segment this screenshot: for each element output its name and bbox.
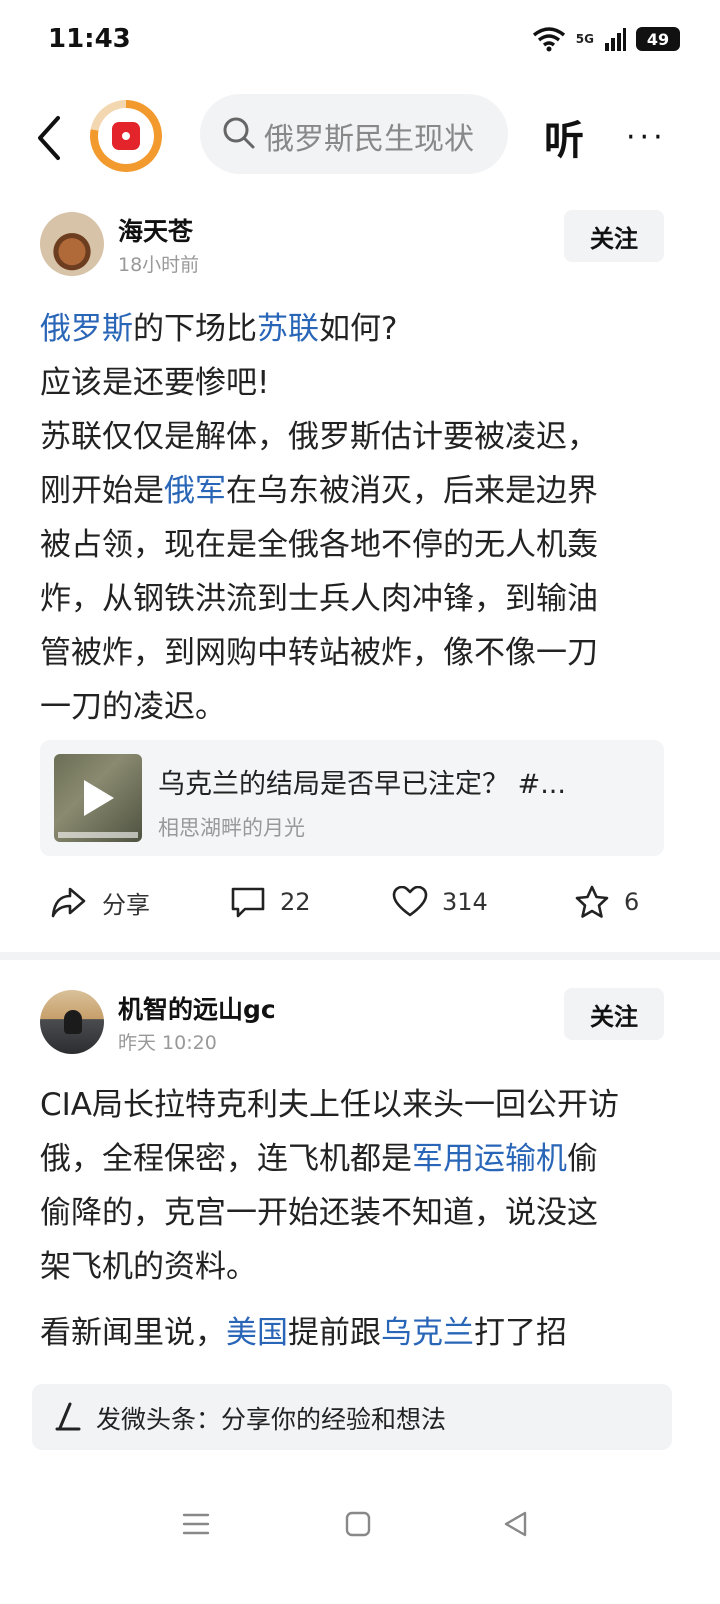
top-bar: 俄罗斯民生现状 听 ··· — [0, 90, 720, 186]
post-line: 看新闻里说，美国提前跟乌克兰打了招 — [40, 1306, 680, 1360]
post-line: 刚开始是俄军在乌东被消灭，后来是边界 — [40, 464, 680, 518]
share-icon — [51, 887, 86, 918]
like-count: 314 — [442, 888, 488, 916]
post-line: CIA局长拉特克利夫上任以来头一回公开访 — [40, 1078, 680, 1132]
post-line: 偷降的，克宫一开始还装不知道，说没这 — [40, 1186, 680, 1240]
topic-link[interactable]: 军用运输机 — [412, 1141, 567, 1177]
topic-link[interactable]: 俄军 — [164, 473, 226, 509]
search-bar[interactable]: 俄罗斯民生现状 — [200, 94, 508, 174]
compose-bar[interactable]: 发微头条：分享你的经验和想法 — [32, 1384, 672, 1450]
post-text: 炸，从钢铁洪流到士兵人肉冲锋，到输油 — [40, 581, 598, 617]
post-actions: 分享 22 314 6 — [0, 872, 720, 932]
post-line: 一刀的凌迟。 — [40, 680, 680, 734]
post-text: 架飞机的资料。 — [40, 1249, 257, 1285]
like-icon — [392, 886, 428, 917]
post-text: 看新闻里说， — [40, 1315, 226, 1351]
listen-button[interactable]: 听 — [544, 108, 584, 166]
post-text: 应该是还要惨吧! — [40, 365, 270, 401]
post-time: 昨天 10:20 — [118, 1032, 217, 1054]
post-line — [40, 1294, 680, 1306]
author-name[interactable]: 海天苍 — [118, 212, 193, 248]
author-name[interactable]: 机智的远山gc — [118, 990, 276, 1026]
topic-link[interactable]: 乌克兰 — [381, 1315, 474, 1351]
post-text: 偷 — [567, 1141, 598, 1177]
post-text: 一刀的凌迟。 — [40, 689, 226, 725]
follow-button[interactable]: 关注 — [564, 210, 664, 262]
pen-icon — [55, 1402, 81, 1431]
post-text: 提前跟 — [288, 1315, 381, 1351]
favorite-count: 6 — [624, 888, 640, 916]
wifi-icon — [532, 27, 565, 52]
back-icon[interactable] — [28, 112, 68, 164]
topic-link[interactable]: 俄罗斯 — [40, 311, 133, 347]
app-logo-icon[interactable] — [90, 100, 162, 172]
post-line: 管被炸，到网购中转站被炸，像不像一刀 — [40, 626, 680, 680]
post-line: 架飞机的资料。 — [40, 1240, 680, 1294]
post-text: 俄，全程保密，连飞机都是 — [40, 1141, 412, 1177]
share-button[interactable]: 分享 — [50, 872, 150, 932]
network-label: 5G — [575, 32, 594, 46]
post-line: 被占领，现在是全俄各地不停的无人机轰 — [40, 518, 680, 572]
post-text: 苏联仅仅是解体，俄罗斯估计要被凌迟， — [40, 419, 598, 455]
post-text: 在乌东被消灭，后来是边界 — [226, 473, 598, 509]
post-text: 的下场比 — [133, 311, 257, 347]
comment-count: 22 — [280, 888, 311, 916]
post-header: 机智的远山gc 昨天 10:20 关注 — [0, 988, 720, 1062]
battery-indicator: 49 — [636, 27, 680, 51]
search-input[interactable]: 俄罗斯民生现状 — [264, 114, 484, 158]
post-text: 被占领，现在是全俄各地不停的无人机轰 — [40, 527, 598, 563]
post-body[interactable]: 俄罗斯的下场比苏联如何? 应该是还要惨吧! 苏联仅仅是解体，俄罗斯估计要被凌迟， 刚开… — [40, 302, 680, 734]
post-divider — [0, 952, 720, 960]
favorite-icon — [575, 885, 609, 918]
status-time: 11:43 — [48, 24, 131, 54]
search-icon — [223, 117, 255, 149]
more-button[interactable]: ··· — [626, 120, 667, 155]
topic-link[interactable]: 苏联 — [257, 311, 319, 347]
post-header: 海天苍 18小时前 关注 — [0, 210, 720, 284]
status-icons: 5G 49 — [532, 26, 680, 52]
back-nav-icon[interactable] — [502, 1510, 530, 1538]
share-label: 分享 — [102, 890, 150, 919]
post-text: CIA局长拉特克利夫上任以来头一回公开访 — [40, 1087, 619, 1123]
post-line: 俄，全程保密，连飞机都是军用运输机偷 — [40, 1132, 680, 1186]
avatar[interactable] — [40, 212, 104, 276]
post-line: 俄罗斯的下场比苏联如何? — [40, 302, 680, 356]
compose-input[interactable]: 发微头条：分享你的经验和想法 — [96, 1400, 446, 1436]
comment-button[interactable]: 22 — [230, 872, 311, 932]
like-button[interactable]: 314 — [392, 872, 488, 932]
signal-icon — [605, 28, 626, 51]
avatar[interactable] — [40, 990, 104, 1054]
favorite-button[interactable]: 6 — [574, 872, 639, 932]
post-line: 苏联仅仅是解体，俄罗斯估计要被凌迟， — [40, 410, 680, 464]
post-body[interactable]: CIA局长拉特克利夫上任以来头一回公开访 俄，全程保密，连飞机都是军用运输机偷 偷降… — [40, 1078, 680, 1360]
post-text: 如何? — [319, 311, 398, 347]
status-bar: 11:43 5G 49 — [0, 0, 720, 84]
card-title: 乌克兰的结局是否早已注定？ #... — [158, 769, 566, 800]
post-text: 刚开始是 — [40, 473, 164, 509]
topic-link[interactable]: 美国 — [226, 1315, 288, 1351]
follow-button[interactable]: 关注 — [564, 988, 664, 1040]
post-text: 偷降的，克宫一开始还装不知道，说没这 — [40, 1195, 598, 1231]
post-text: 管被炸，到网购中转站被炸，像不像一刀 — [40, 635, 598, 671]
system-nav-bar — [0, 1490, 720, 1570]
post-line: 应该是还要惨吧! — [40, 356, 680, 410]
post-time: 18小时前 — [118, 254, 200, 276]
home-icon[interactable] — [344, 1510, 372, 1538]
menu-icon[interactable] — [182, 1510, 210, 1538]
video-thumbnail — [54, 754, 142, 842]
post-line: 炸，从钢铁洪流到士兵人肉冲锋，到输油 — [40, 572, 680, 626]
card-source: 相思湖畔的月光 — [158, 816, 305, 840]
linked-video-card[interactable]: 乌克兰的结局是否早已注定？ #... 相思湖畔的月光 — [40, 740, 664, 856]
comment-icon — [231, 887, 265, 918]
play-icon — [84, 780, 114, 816]
post-text: 打了招 — [474, 1315, 567, 1351]
